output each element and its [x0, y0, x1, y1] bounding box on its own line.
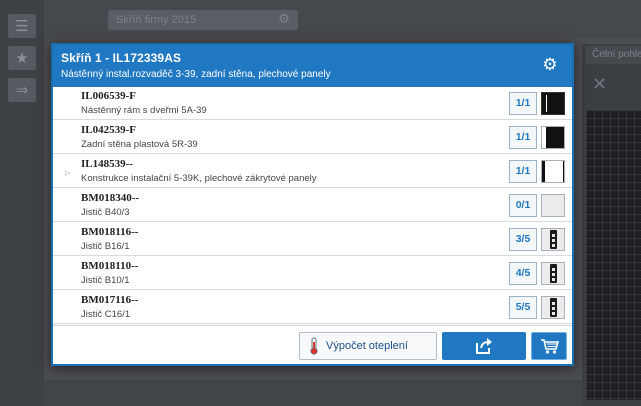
- dialog-footer: Výpočet oteplení: [53, 325, 572, 364]
- top-bar: Skříň firmy 2015 ⚙: [44, 0, 641, 38]
- item-count-button[interactable]: 1/1: [509, 160, 537, 183]
- share-export-icon: [476, 338, 492, 354]
- panel-thumbnail-icon: [541, 126, 565, 149]
- item-code: BM018116--: [81, 226, 139, 238]
- bottom-bar: [44, 380, 582, 406]
- dialog-header: Skříň 1 - IL172339AS Nástěnný instal.roz…: [53, 45, 572, 87]
- item-description: Nástěnný rám s dveřmi 5A-39: [81, 105, 207, 116]
- item-code: IL042539-F: [81, 124, 136, 136]
- item-description: Konstrukce instalační 5-39K, plechové zá…: [81, 173, 317, 184]
- breaker-thumbnail-icon: [541, 228, 565, 251]
- item-list: IL006539-F Nástěnný rám s dveřmi 5A-39 1…: [53, 87, 572, 325]
- star-icon[interactable]: ★: [8, 46, 36, 70]
- list-item[interactable]: BM018340-- Jistič B40/3 0/1: [53, 189, 572, 222]
- breaker-thumbnail-icon: [541, 262, 565, 285]
- empty-thumbnail-icon: [541, 194, 565, 217]
- item-count-button[interactable]: 5/5: [509, 296, 537, 319]
- item-code: IL006539-F: [81, 90, 136, 102]
- item-description: Jistič B16/1: [81, 241, 130, 252]
- item-count-button[interactable]: 3/5: [509, 228, 537, 251]
- add-to-cart-button[interactable]: [531, 332, 567, 360]
- left-toolbar: ☰ ★ ⇒: [0, 0, 44, 406]
- item-code: BM017116--: [81, 294, 139, 306]
- breaker-thumbnail-icon: [541, 296, 565, 319]
- item-description: Zadní stěna plastová 5R-39: [81, 139, 198, 150]
- heat-calculation-button[interactable]: Výpočet oteplení: [299, 332, 437, 360]
- panel-thumbnail-icon: [541, 92, 565, 115]
- cross-tool-icon[interactable]: ✕: [592, 74, 607, 95]
- item-description: Jistič B40/3: [81, 207, 130, 218]
- arrow-right-icon[interactable]: ⇒: [8, 78, 36, 102]
- panel-thumbnail-icon: [541, 160, 565, 183]
- list-icon[interactable]: ☰: [8, 14, 36, 38]
- heat-calculation-label: Výpočet oteplení: [326, 340, 408, 352]
- thermometer-icon: [310, 337, 318, 355]
- list-item[interactable]: IL006539-F Nástěnný rám s dveřmi 5A-39 1…: [53, 87, 572, 120]
- export-button[interactable]: [442, 332, 526, 360]
- expand-caret-icon[interactable]: ▷: [65, 169, 70, 177]
- item-description: Jistič B10/1: [81, 275, 130, 286]
- list-item[interactable]: IL042539-F Zadní stěna plastová 5R-39 1/…: [53, 121, 572, 154]
- project-name-field[interactable]: Skříň firmy 2015: [108, 10, 298, 30]
- canvas-grid: [586, 110, 641, 400]
- cabinet-dialog: Skříň 1 - IL172339AS Nástěnný instal.roz…: [51, 43, 574, 366]
- item-count-button[interactable]: 1/1: [509, 126, 537, 149]
- list-item[interactable]: BM018110-- Jistič B10/1 4/5: [53, 257, 572, 290]
- tab-front-view[interactable]: Čelní pohled: [586, 46, 641, 64]
- dialog-title: Skříň 1 - IL172339AS: [61, 51, 182, 65]
- item-code: BM018110--: [81, 260, 139, 272]
- item-count-button[interactable]: 4/5: [509, 262, 537, 285]
- list-item[interactable]: BM017116-- Jistič C16/1 5/5: [53, 291, 572, 324]
- list-item[interactable]: ▷ IL148539-- Konstrukce instalační 5-39K…: [53, 155, 572, 188]
- item-count-button[interactable]: 0/1: [509, 194, 537, 217]
- dialog-subtitle: Nástěnný instal.rozvaděč 3-39, zadní stě…: [61, 69, 331, 80]
- item-code: IL148539--: [81, 158, 133, 170]
- item-count-button[interactable]: 1/1: [509, 92, 537, 115]
- gear-icon[interactable]: ⚙: [276, 12, 292, 28]
- settings-gear-icon[interactable]: ⚙: [540, 55, 560, 75]
- item-code: BM018340--: [81, 192, 140, 204]
- item-description: Jistič C16/1: [81, 309, 131, 320]
- cart-icon: [541, 339, 560, 354]
- list-item[interactable]: BM018116-- Jistič B16/1 3/5: [53, 223, 572, 256]
